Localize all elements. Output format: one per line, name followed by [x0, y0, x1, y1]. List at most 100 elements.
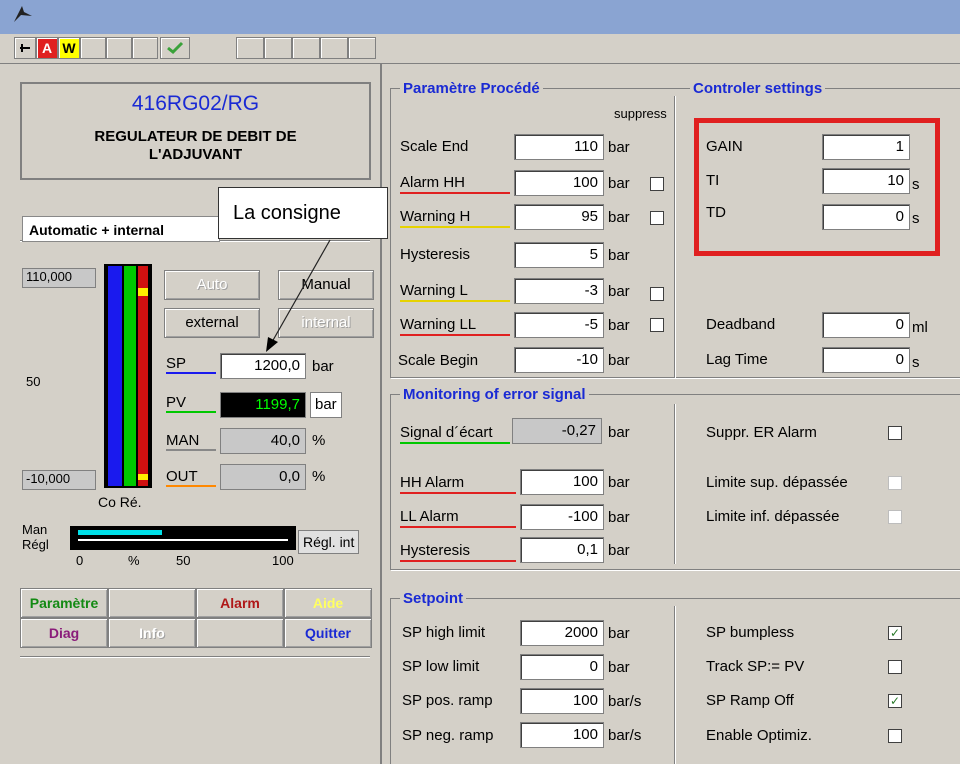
man-bar-label: Man: [22, 522, 48, 537]
axis-label-pct: %: [128, 553, 140, 568]
alarm-hh-suppress-checkbox[interactable]: [650, 177, 664, 191]
error-hysteresis-input[interactable]: 0,1: [520, 537, 604, 563]
divider: [674, 404, 676, 564]
pv-unit: bar: [310, 392, 342, 418]
sp-ramp-off-checkbox[interactable]: ✓: [888, 694, 902, 708]
sp-high-limit-input[interactable]: 2000: [520, 620, 604, 646]
sp-high-limit-label: SP high limit: [402, 624, 486, 641]
sp-pos-ramp-input[interactable]: 100: [520, 688, 604, 714]
suppr-er-alarm-checkbox[interactable]: [888, 426, 902, 440]
axis-label-100: 100: [272, 553, 294, 568]
warning-toggle-button[interactable]: W: [58, 37, 80, 59]
sp-ramp-off-label: SP Ramp Off: [706, 692, 794, 709]
toolbar-button-empty-6[interactable]: [292, 37, 320, 59]
warning-ll-suppress-checkbox[interactable]: [650, 318, 664, 332]
warning-l-suppress-checkbox[interactable]: [650, 287, 664, 301]
lag-time-label: Lag Time: [706, 351, 768, 368]
quitter-button[interactable]: Quitter: [284, 618, 372, 648]
limite-inf-indicator: [888, 510, 902, 524]
warning-l-input[interactable]: -3: [514, 278, 604, 304]
external-button[interactable]: external: [164, 308, 260, 338]
hh-alarm-label: HH Alarm: [400, 474, 516, 494]
sp-input[interactable]: 1200,0: [220, 353, 306, 379]
scale-begin-input[interactable]: -10: [514, 347, 604, 373]
sp-pos-ramp-unit: bar/s: [608, 693, 642, 710]
warning-ll-input[interactable]: -5: [514, 312, 604, 338]
ll-alarm-unit: bar: [608, 509, 630, 526]
warning-ll-unit: bar: [608, 317, 630, 334]
error-hysteresis-label: Hysteresis: [400, 542, 516, 562]
limite-sup-label: Limite sup. dépassée: [706, 474, 848, 491]
warning-l-unit: bar: [608, 283, 630, 300]
sp-neg-ramp-input[interactable]: 100: [520, 722, 604, 748]
enable-optimiz-checkbox[interactable]: [888, 729, 902, 743]
pv-value: 1199,7: [220, 392, 306, 418]
regl-bar-label: Régl: [22, 537, 49, 552]
sp-low-limit-input[interactable]: 0: [520, 654, 604, 680]
toolbar-button-empty-5[interactable]: [264, 37, 292, 59]
controller-tag: 416RG02/RG: [131, 92, 260, 115]
controller-settings-title: Controler settings: [690, 80, 826, 97]
nav-empty-1[interactable]: [108, 588, 196, 618]
aide-button[interactable]: Aide: [284, 588, 372, 618]
alarm-toggle-button[interactable]: A: [36, 37, 58, 59]
toolbar-button-empty-1[interactable]: [80, 37, 106, 59]
signal-ecart-value: -0,27: [512, 418, 602, 444]
sp-unit: bar: [312, 358, 334, 375]
scale-begin-label: Scale Begin: [398, 352, 479, 369]
deadband-input[interactable]: 0: [822, 312, 910, 338]
lag-time-input[interactable]: 0: [822, 347, 910, 373]
toolbar-button-empty-8[interactable]: [348, 37, 376, 59]
toolbar-button-empty-7[interactable]: [320, 37, 348, 59]
track-sp-pv-checkbox[interactable]: [888, 660, 902, 674]
limite-sup-indicator: [888, 476, 902, 490]
scale-end-input[interactable]: 110: [514, 134, 604, 160]
warning-l-label: Warning L: [400, 282, 510, 302]
callout-box: La consigne: [218, 187, 388, 239]
hh-alarm-input[interactable]: 100: [520, 469, 604, 495]
suppress-header: suppress: [614, 106, 667, 121]
diag-button[interactable]: Diag: [20, 618, 108, 648]
scale-end-unit: bar: [608, 139, 630, 156]
ti-label: TI: [706, 172, 720, 189]
warning-h-input[interactable]: 95: [514, 204, 604, 230]
output-bar-axis: [78, 539, 288, 541]
deadband-label: Deadband: [706, 316, 776, 333]
sp-label: SP: [166, 355, 216, 374]
info-button[interactable]: Info: [108, 618, 196, 648]
hysteresis-input[interactable]: 5: [514, 242, 604, 268]
parametre-button[interactable]: Paramètre: [20, 588, 108, 618]
alarm-hh-input[interactable]: 100: [514, 170, 604, 196]
ti-input[interactable]: 10: [822, 168, 910, 194]
toolbar-button-empty-3[interactable]: [132, 37, 158, 59]
toolbar: A W: [0, 34, 960, 64]
acknowledge-check-icon[interactable]: [160, 37, 190, 59]
callout-arrow: [266, 239, 331, 352]
minimize-icon[interactable]: [14, 37, 36, 59]
sp-bumpless-checkbox[interactable]: ✓: [888, 626, 902, 640]
signal-ecart-unit: bar: [608, 424, 630, 441]
td-input[interactable]: 0: [822, 204, 910, 230]
pv-bar: [124, 266, 136, 486]
nav-empty-2[interactable]: [196, 618, 284, 648]
monitoring-title: Monitoring of error signal: [400, 386, 589, 403]
scale-bottom-label: -10,000: [22, 470, 96, 490]
auto-button[interactable]: Auto: [164, 270, 260, 300]
hysteresis-label: Hysteresis: [400, 246, 471, 263]
divider: [674, 96, 676, 378]
window-titlebar: [0, 0, 960, 34]
gain-label: GAIN: [706, 138, 743, 155]
toolbar-button-empty-2[interactable]: [106, 37, 132, 59]
sp-neg-ramp-unit: bar/s: [608, 727, 642, 744]
scale-end-label: Scale End: [400, 138, 469, 155]
toolbar-button-empty-4[interactable]: [236, 37, 264, 59]
man-value: 40,0: [220, 428, 306, 454]
sp-low-limit-unit: bar: [608, 659, 630, 676]
hysteresis-unit: bar: [608, 247, 630, 264]
warning-h-suppress-checkbox[interactable]: [650, 211, 664, 225]
ll-alarm-input[interactable]: -100: [520, 504, 604, 530]
alarm-button[interactable]: Alarm: [196, 588, 284, 618]
divider: [20, 656, 370, 658]
man-label: MAN: [166, 432, 216, 451]
gain-input[interactable]: 1: [822, 134, 910, 160]
